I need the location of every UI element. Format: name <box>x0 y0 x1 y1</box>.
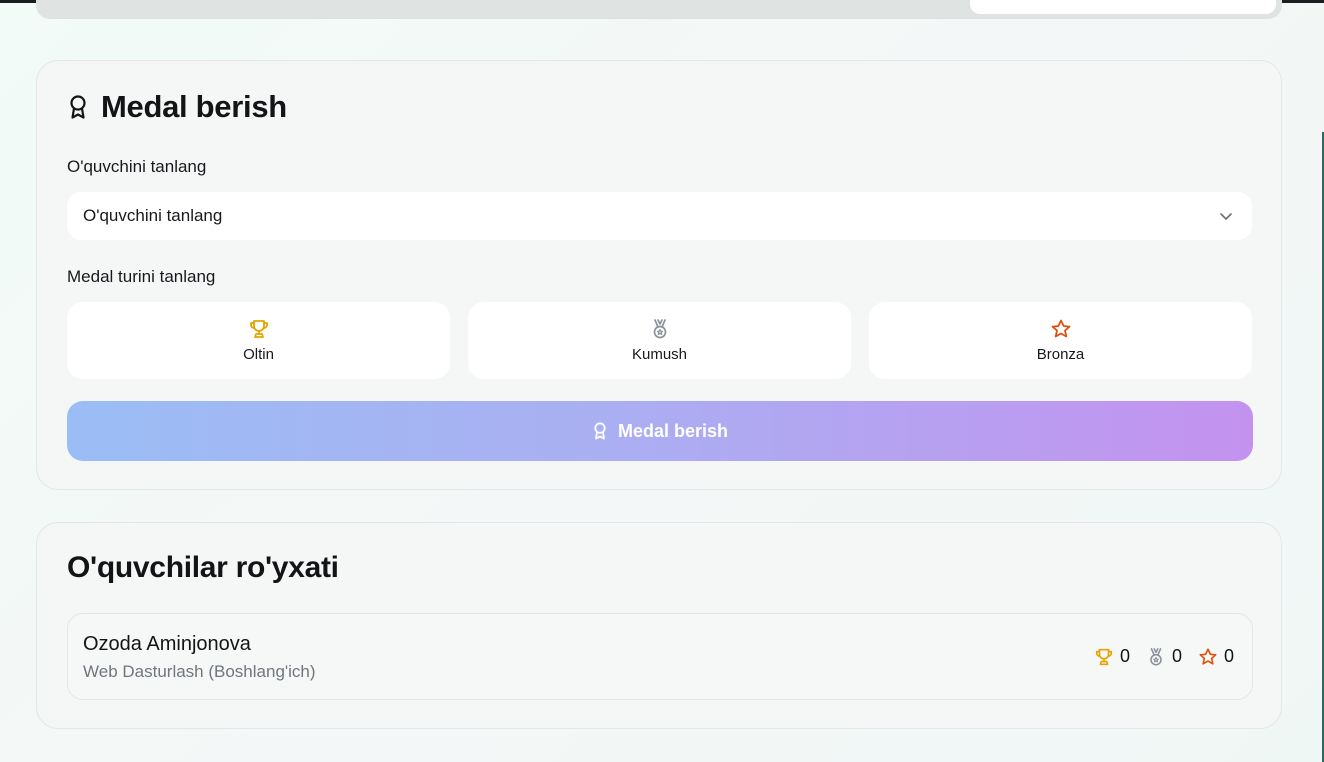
gold-count: 0 <box>1094 646 1130 667</box>
gold-count-value: 0 <box>1119 646 1130 666</box>
student-course: Web Dasturlash (Boshlang'ich) <box>83 662 316 681</box>
award-ribbon-icon <box>594 422 606 440</box>
award-medal-button[interactable]: Medal berish <box>67 401 1253 461</box>
bronze-count: 0 <box>1198 646 1234 667</box>
medal-option-silver-label: Kumush <box>631 346 688 363</box>
medal-option-gold[interactable]: Oltin <box>67 302 450 379</box>
header-bar <box>36 0 1282 19</box>
trophy-icon <box>249 320 268 338</box>
star-icon <box>1199 647 1217 665</box>
medal-option-silver[interactable]: Kumush <box>468 302 851 379</box>
medal-award-card: Medal berish O'quvchini tanlang O'quvchi… <box>36 60 1282 490</box>
medal-icon <box>1150 647 1162 665</box>
medal-type-label: Medal turini tanlang <box>67 267 216 286</box>
student-select[interactable]: O'quvchini tanlang <box>67 192 1252 240</box>
trophy-icon <box>1095 648 1113 665</box>
bronze-count-value: 0 <box>1223 646 1234 666</box>
star-icon <box>1051 319 1070 338</box>
medal-icon <box>653 319 666 339</box>
award-ribbon-icon <box>67 94 89 120</box>
medal-form-title-text: Medal berish <box>101 89 287 124</box>
students-list-title: O'quvchilar ro'yxati <box>67 551 339 584</box>
medal-option-bronze-label: Bronza <box>1036 346 1085 363</box>
student-name: Ozoda Aminjonova <box>83 633 251 655</box>
medal-option-bronze[interactable]: Bronza <box>869 302 1252 379</box>
silver-count-value: 0 <box>1171 646 1182 666</box>
medal-option-gold-label: Oltin <box>243 346 274 363</box>
student-select-value: O'quvchini tanlang <box>83 206 223 225</box>
silver-count: 0 <box>1146 646 1182 667</box>
header-pill[interactable] <box>970 0 1276 14</box>
student-select-label: O'quvchini tanlang <box>67 157 207 176</box>
award-medal-button-label: Medal berish <box>617 420 729 441</box>
medal-counts: 0 0 0 <box>1094 646 1234 667</box>
students-list-card: O'quvchilar ro'yxati Ozoda Aminjonova We… <box>36 522 1282 729</box>
student-row[interactable]: Ozoda Aminjonova Web Dasturlash (Boshlan… <box>67 613 1253 700</box>
chevron-down-icon <box>1220 213 1232 220</box>
medal-form-title: Medal berish <box>67 89 287 125</box>
